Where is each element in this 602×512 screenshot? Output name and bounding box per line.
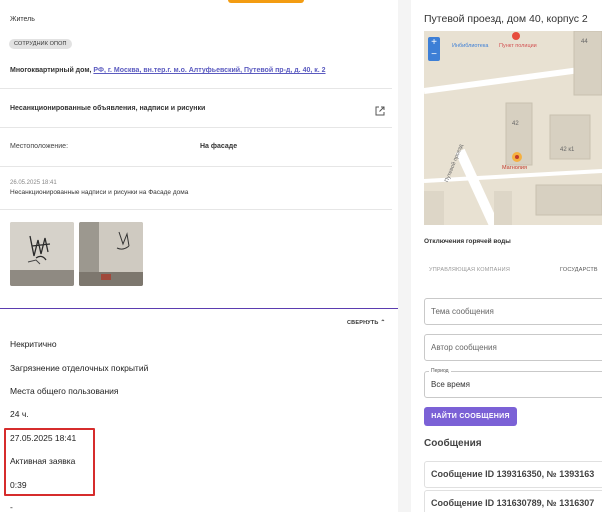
- photo-thumbnail[interactable]: [79, 222, 143, 286]
- period-legend: Период: [429, 367, 451, 375]
- map-label-shop: Магнолия: [502, 165, 527, 171]
- highlight-box: [4, 428, 95, 496]
- map-label-house-42: 42: [512, 121, 519, 127]
- location-label: Местоположение:: [10, 143, 69, 150]
- tab-management-company[interactable]: УПРАВЛЯЮЩАЯ КОМПАНИЯ: [429, 267, 510, 273]
- author-field[interactable]: Автор сообщения: [424, 334, 602, 361]
- period-value: Все время: [431, 380, 470, 389]
- extra-value: -: [10, 502, 13, 512]
- map[interactable]: + − Инбиблиотека Пункт полиции 44 42 42 …: [424, 31, 602, 225]
- collapse-button[interactable]: СВЕРНУТЬ ⌃: [347, 319, 386, 326]
- address-line: Многоквартирный дом, РФ, г. Москва, вн.т…: [10, 67, 326, 74]
- category: Загрязнение отделочных покрытий: [10, 363, 149, 373]
- request-details-panel: Житель СОТРУДНИК ОПОП Многоквартирный до…: [0, 0, 398, 512]
- message-item[interactable]: Сообщение ID 139316350, № 1393163: [424, 461, 602, 488]
- external-link-icon[interactable]: [375, 103, 385, 121]
- location-panel: Путевой проезд, дом 40, корпус 2 + − Инб…: [411, 0, 602, 512]
- messages-heading: Сообщения: [424, 438, 482, 449]
- report-date: 26.05.2025 18:41: [10, 180, 57, 186]
- photo-thumbnail[interactable]: [10, 222, 74, 286]
- period-select[interactable]: Период Все время: [424, 367, 602, 398]
- outage-label: Отключения горячей воды: [424, 238, 511, 245]
- subject-field[interactable]: Тема сообщения: [424, 298, 602, 325]
- address-title: Путевой проезд, дом 40, корпус 2: [424, 13, 588, 25]
- map-label-house-42k1: 42 к1: [560, 147, 575, 153]
- address-label: Многоквартирный дом,: [10, 67, 92, 74]
- message-item[interactable]: Сообщение ID 131630789, № 1316307: [424, 490, 602, 512]
- map-label-police: Пункт полиции: [499, 43, 537, 49]
- zoom-in-button[interactable]: +: [428, 37, 440, 49]
- map-label-library: Инбиблиотека: [452, 43, 489, 49]
- location-value: На фасаде: [200, 143, 238, 150]
- tab-government[interactable]: ГОСУДАРСТВ: [560, 267, 598, 273]
- zoom-out-button[interactable]: −: [428, 49, 440, 61]
- chevron-up-icon: ⌃: [380, 320, 386, 326]
- top-action-button[interactable]: [228, 0, 304, 3]
- zoom-control: + −: [428, 37, 440, 61]
- section-divider: [0, 308, 398, 309]
- address-link[interactable]: РФ, г. Москва, вн.тер.г. м.о. Алтуфьевск…: [93, 67, 325, 74]
- criticality: Некритично: [10, 339, 57, 349]
- find-messages-button[interactable]: НАЙТИ СООБЩЕНИЯ: [424, 407, 517, 426]
- police-marker-icon: [508, 31, 524, 41]
- report-text: Несанкционированные надписи и рисунки на…: [10, 189, 189, 196]
- author-role: Житель: [10, 16, 35, 23]
- deadline: 24 ч.: [10, 409, 29, 419]
- status-badge: СОТРУДНИК ОПОП: [9, 39, 72, 49]
- problem-title: Несанкционированные объявления, надписи …: [10, 105, 206, 112]
- collapse-label: СВЕРНУТЬ: [347, 320, 379, 326]
- map-label-house-44: 44: [581, 39, 588, 45]
- place: Места общего пользования: [10, 386, 119, 396]
